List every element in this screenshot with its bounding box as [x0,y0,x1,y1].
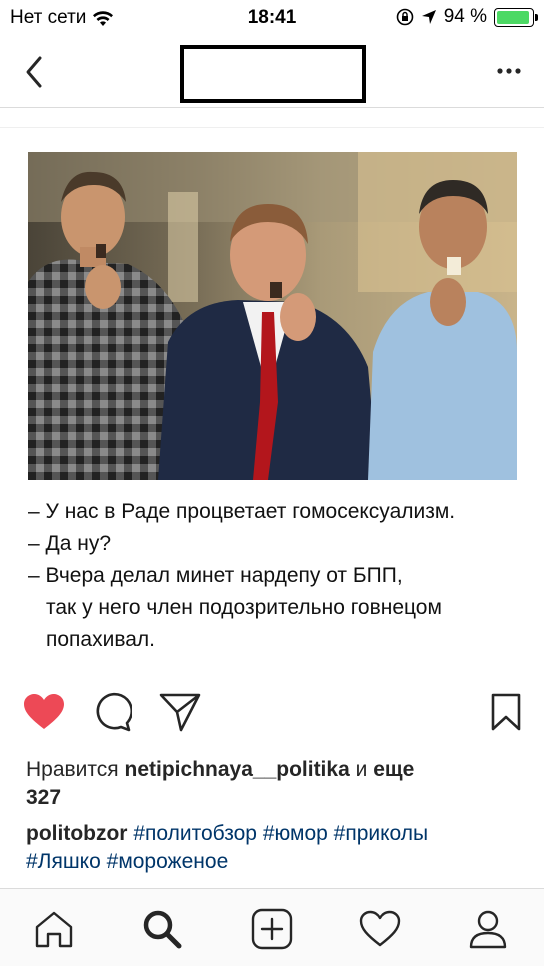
add-post-icon [251,908,293,950]
tab-activity[interactable] [358,907,402,951]
likes-count[interactable]: 327 [26,786,61,809]
tab-new-post[interactable] [250,907,294,951]
activity-heart-icon [359,910,401,947]
send-icon [159,693,201,732]
location-icon [421,10,436,24]
image-text-line: – У нас в Раде процветает гомосексуализм… [28,500,456,523]
post-actions [0,690,544,740]
image-text-line: так у него член подозрительно говнецом [46,596,442,619]
likes-summary: Нравится netipichnaya__politika и еще 32… [26,756,516,812]
liker-username[interactable]: netipichnaya__politika [125,758,350,781]
bottom-tab-bar [0,888,544,966]
tab-home[interactable] [32,907,76,951]
photo-illustration [28,152,517,480]
navigation-bar [0,36,544,108]
caption-author[interactable]: politobzor [26,822,127,845]
post-caption: politobzor #политобзор #юмор #приколы #Л… [26,820,526,876]
hashtag-link[interactable]: #политобзор [133,822,257,845]
battery-icon [494,7,538,27]
tab-profile[interactable] [466,907,510,951]
back-button[interactable] [20,52,50,92]
bookmark-icon [491,693,521,731]
home-icon [35,911,73,948]
post-image[interactable]: – У нас в Раде процветает гомосексуализм… [0,128,544,680]
battery-level [497,10,529,24]
search-icon [143,910,182,949]
comment-button[interactable] [90,690,134,734]
more-horizontal-icon [497,68,521,74]
more-options-button[interactable] [496,64,522,78]
likes-prefix: Нравится [26,758,119,781]
image-text-line: попахивал. [46,628,156,651]
comment-icon [96,692,132,732]
hashtag-link[interactable]: #юмор [263,822,328,845]
like-button[interactable] [22,690,66,734]
tab-search[interactable] [140,907,184,951]
orientation-lock-icon [396,8,413,26]
chevron-left-icon [26,56,42,88]
share-button[interactable] [158,690,202,734]
battery-percent: 94 % [443,6,487,27]
likes-more[interactable]: еще [373,758,414,781]
status-bar: Нет сети 18:41 94 % [0,0,544,36]
hashtag-link[interactable]: #мороженое [107,850,229,873]
profile-icon [469,910,507,949]
image-text: – У нас в Раде процветает гомосексуализм… [28,496,455,656]
image-text-line: – Да ну? [28,532,112,555]
meme-photo [28,152,517,480]
redacted-username-box [180,45,366,103]
heart-filled-icon [24,694,64,729]
image-text-line: – Вчера делал минет нардепу от БПП, [28,564,403,587]
hashtag-link[interactable]: #Ляшко [26,850,101,873]
hashtag-link[interactable]: #приколы [334,822,428,845]
save-button[interactable] [484,690,528,734]
likes-middle: и [355,758,368,781]
